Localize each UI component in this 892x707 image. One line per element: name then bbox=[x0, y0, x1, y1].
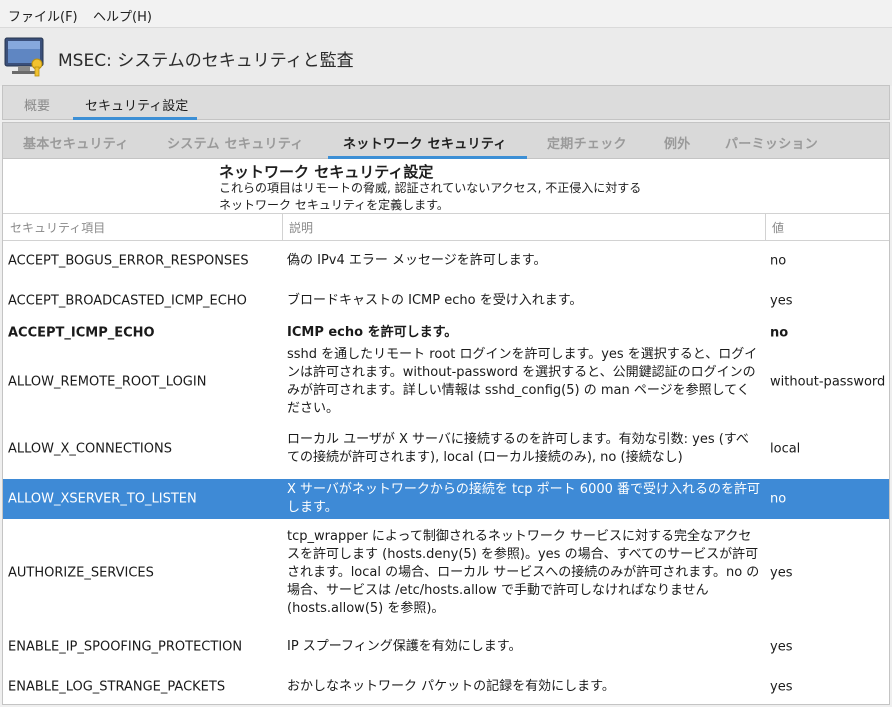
setting-description: ICMP echo を許可します。 bbox=[287, 325, 458, 340]
security-monitor-icon bbox=[4, 37, 44, 77]
active-tab-indicator bbox=[73, 117, 197, 120]
column-header-item[interactable]: セキュリティ項目 bbox=[10, 219, 105, 236]
column-divider bbox=[282, 214, 283, 240]
setting-description: sshd を通したリモート root ログインを許可します。yes を選択すると… bbox=[287, 347, 758, 416]
setting-value: no bbox=[770, 253, 787, 269]
section-title: ネットワーク セキュリティ設定 bbox=[219, 163, 434, 181]
sub-tab-bar: 基本セキュリティ システム セキュリティ ネットワーク セキュリティ 定期チェッ… bbox=[2, 122, 890, 159]
setting-description: 偽の IPv4 エラー メッセージを許可します。 bbox=[287, 253, 547, 268]
table-row[interactable]: ENABLE_LOG_STRANGE_PACKETS おかしなネットワーク パケ… bbox=[3, 667, 889, 704]
menu-bar: ファイル(F) ヘルプ(H) bbox=[0, 0, 892, 27]
setting-description: ローカル ユーザが X サーバに接続するのを許可します。有効な引数: yes (… bbox=[287, 432, 749, 465]
setting-name: ALLOW_X_CONNECTIONS bbox=[8, 441, 172, 457]
table-row[interactable]: ACCEPT_BOGUS_ERROR_RESPONSES 偽の IPv4 エラー… bbox=[3, 241, 889, 281]
section-description-line: ネットワーク セキュリティを定義します。 bbox=[219, 198, 449, 212]
setting-description: X サーバがネットワークからの接続を tcp ポート 6000 番で受け入れるの… bbox=[287, 482, 761, 515]
table-row[interactable]: ALLOW_REMOTE_ROOT_LOGIN sshd を通したリモート ro… bbox=[3, 345, 889, 419]
setting-name: ALLOW_XSERVER_TO_LISTEN bbox=[8, 491, 197, 507]
setting-name: ENABLE_LOG_STRANGE_PACKETS bbox=[8, 679, 226, 695]
tab-network-security[interactable]: ネットワーク セキュリティ bbox=[343, 133, 507, 152]
setting-value: yes bbox=[770, 293, 793, 309]
setting-value: local bbox=[770, 441, 801, 457]
setting-description: tcp_wrapper によって制御されるネットワーク サービスに対する完全なア… bbox=[287, 529, 760, 616]
setting-value: yes bbox=[770, 639, 793, 655]
tab-system-security[interactable]: システム セキュリティ bbox=[167, 133, 304, 152]
column-header-description[interactable]: 説明 bbox=[289, 219, 313, 236]
setting-value: yes bbox=[770, 565, 793, 581]
setting-name: ACCEPT_BOGUS_ERROR_RESPONSES bbox=[8, 253, 249, 269]
table-row[interactable]: ACCEPT_ICMP_ECHO ICMP echo を許可します。 no bbox=[3, 321, 889, 345]
setting-value: no bbox=[770, 491, 787, 507]
app-header: MSEC: システムのセキュリティと監査 bbox=[0, 27, 892, 86]
setting-value: without-password bbox=[770, 374, 886, 390]
section-description-line: これらの項目はリモートの脅威, 認証されていないアクセス, 不正侵入に対する bbox=[219, 181, 642, 195]
network-security-panel: ネットワーク セキュリティ設定 これらの項目はリモートの脅威, 認証されていない… bbox=[2, 159, 890, 705]
app-title: MSEC: システムのセキュリティと監査 bbox=[58, 51, 354, 71]
column-header-value[interactable]: 値 bbox=[772, 219, 784, 236]
setting-description: おかしなネットワーク パケットの記録を有効にします。 bbox=[287, 679, 615, 694]
setting-name: ENABLE_IP_SPOOFING_PROTECTION bbox=[8, 639, 243, 655]
menu-file[interactable]: ファイル(F) bbox=[8, 6, 78, 25]
setting-description: IP スプーフィング保護を有効にします。 bbox=[287, 639, 522, 654]
tab-periodic-checks[interactable]: 定期チェック bbox=[547, 133, 627, 152]
setting-name: ALLOW_REMOTE_ROOT_LOGIN bbox=[8, 374, 207, 390]
column-divider bbox=[765, 214, 766, 240]
tab-exceptions[interactable]: 例外 bbox=[664, 133, 691, 152]
tab-security-settings[interactable]: セキュリティ設定 bbox=[85, 95, 188, 114]
setting-name: ACCEPT_BROADCASTED_ICMP_ECHO bbox=[8, 293, 247, 309]
menu-help[interactable]: ヘルプ(H) bbox=[93, 6, 152, 25]
tab-permissions[interactable]: パーミッション bbox=[725, 133, 818, 152]
setting-value: yes bbox=[770, 679, 793, 695]
setting-name: AUTHORIZE_SERVICES bbox=[8, 565, 154, 581]
table-row[interactable]: ENABLE_IP_SPOOFING_PROTECTION IP スプーフィング… bbox=[3, 627, 889, 667]
setting-name: ACCEPT_ICMP_ECHO bbox=[8, 325, 155, 341]
tab-overview[interactable]: 概要 bbox=[24, 95, 50, 114]
table-row[interactable]: ALLOW_X_CONNECTIONS ローカル ユーザが X サーバに接続する… bbox=[3, 419, 889, 479]
tab-basic-security[interactable]: 基本セキュリティ bbox=[23, 133, 129, 152]
setting-description: ブロードキャストの ICMP echo を受け入れます。 bbox=[287, 293, 583, 308]
table-row-selected[interactable]: ALLOW_XSERVER_TO_LISTEN X サーバがネットワークからの接… bbox=[3, 479, 889, 519]
setting-value: no bbox=[770, 325, 789, 341]
table-header: セキュリティ項目 説明 値 bbox=[3, 213, 889, 241]
settings-table: セキュリティ項目 説明 値 ACCEPT_BOGUS_ERROR_RESPONS… bbox=[3, 213, 889, 704]
section-description: これらの項目はリモートの脅威, 認証されていないアクセス, 不正侵入に対する ネ… bbox=[219, 180, 641, 214]
table-row[interactable]: AUTHORIZE_SERVICES tcp_wrapper によって制御される… bbox=[3, 519, 889, 627]
main-tab-bar: 概要 セキュリティ設定 bbox=[2, 85, 890, 120]
table-row[interactable]: ACCEPT_BROADCASTED_ICMP_ECHO ブロードキャストの I… bbox=[3, 281, 889, 321]
